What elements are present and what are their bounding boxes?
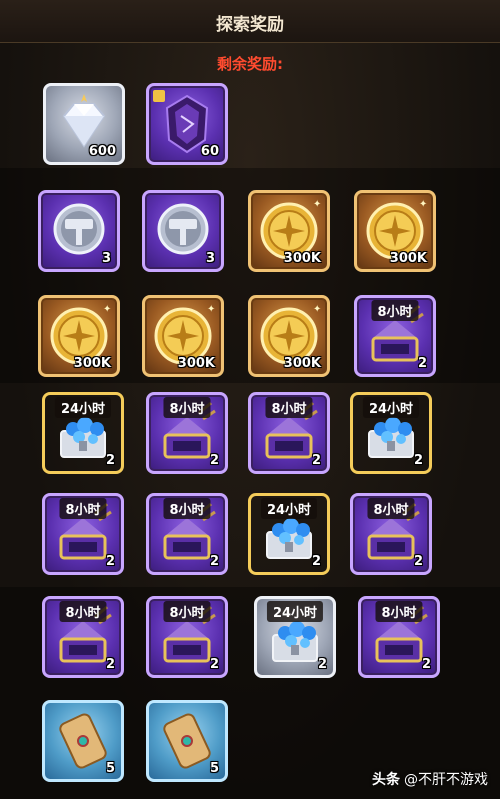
reward-count: 2: [317, 657, 327, 672]
watermark-handle: @不肝不游戏: [404, 772, 488, 788]
duration-tag: 24小时: [54, 397, 112, 418]
purple-chest-reward-tile[interactable]: 8小时 2: [146, 493, 228, 575]
reward-count: 2: [413, 554, 423, 569]
reward-count: 2: [209, 554, 219, 569]
blue-chest-reward-tile[interactable]: 24小时 2: [350, 392, 432, 474]
purple-chest-reward-tile[interactable]: 8小时 2: [248, 392, 330, 474]
reward-count: 2: [209, 453, 219, 468]
duration-tag: 8小时: [265, 397, 313, 418]
duration-tag: 24小时: [260, 498, 318, 519]
remaining-rewards-label: 剩余奖励:: [217, 55, 283, 73]
purple-chest-reward-tile[interactable]: 8小时 2: [350, 493, 432, 575]
gold-coin-reward-tile[interactable]: ✦ 300K: [248, 295, 330, 377]
purple-chest-reward-tile[interactable]: 8小时 2: [358, 596, 440, 678]
duration-tag: 8小时: [163, 601, 211, 622]
duration-tag: 8小时: [367, 498, 415, 519]
reward-count: 300K: [177, 356, 215, 371]
reward-count: 2: [105, 554, 115, 569]
gold-coin-reward-tile[interactable]: ✦ 300K: [38, 295, 120, 377]
watermark: 头条 @不肝不游戏: [372, 769, 488, 789]
reward-count: 300K: [283, 251, 321, 266]
purple-shard-reward-tile[interactable]: 60: [146, 83, 228, 165]
reward-count: 300K: [283, 356, 321, 371]
duration-tag: 8小时: [163, 397, 211, 418]
scroll-reward-tile[interactable]: 5: [146, 700, 228, 782]
purple-chest-reward-tile[interactable]: 8小时 2: [354, 295, 436, 377]
reward-count: 2: [413, 453, 423, 468]
duration-tag: 8小时: [59, 601, 107, 622]
hammer-reward-tile[interactable]: 3: [142, 190, 224, 272]
purple-chest-reward-tile[interactable]: 8小时 2: [146, 596, 228, 678]
reward-count: 2: [105, 453, 115, 468]
blue-chest-reward-tile[interactable]: 24小时 2: [254, 596, 336, 678]
blue-chest-reward-tile[interactable]: 24小时 2: [248, 493, 330, 575]
svg-text:✦: ✦: [207, 304, 215, 315]
svg-text:✦: ✦: [313, 304, 321, 315]
duration-tag: 24小时: [362, 397, 420, 418]
reward-count: 60: [200, 144, 219, 159]
duration-tag: 8小时: [163, 498, 211, 519]
purple-chest-reward-tile[interactable]: 8小时 2: [42, 596, 124, 678]
reward-count: 2: [105, 657, 115, 672]
duration-tag: 24小时: [266, 601, 324, 622]
duration-tag: 8小时: [59, 498, 107, 519]
title-bar: 探索奖励: [0, 0, 500, 43]
gold-coin-reward-tile[interactable]: ✦ 300K: [354, 190, 436, 272]
reward-count: 5: [209, 761, 219, 776]
gold-coin-reward-tile[interactable]: ✦ 300K: [142, 295, 224, 377]
scroll-reward-tile[interactable]: 5: [42, 700, 124, 782]
reward-count: 2: [209, 657, 219, 672]
reward-count: 3: [101, 251, 111, 266]
diamond-reward-tile[interactable]: 600: [43, 83, 125, 165]
watermark-logo: 头条: [372, 772, 400, 788]
reward-count: 300K: [389, 251, 427, 266]
reward-count: 3: [205, 251, 215, 266]
reward-count: 2: [311, 554, 321, 569]
duration-tag: 8小时: [375, 601, 423, 622]
blue-chest-reward-tile[interactable]: 24小时 2: [42, 392, 124, 474]
svg-text:✦: ✦: [313, 199, 321, 210]
duration-tag: 8小时: [371, 300, 419, 321]
purple-chest-reward-tile[interactable]: 8小时 2: [146, 392, 228, 474]
svg-text:✦: ✦: [103, 304, 111, 315]
reward-count: 2: [311, 453, 321, 468]
purple-chest-reward-tile[interactable]: 8小时 2: [42, 493, 124, 575]
panel-title: 探索奖励: [216, 15, 284, 35]
reward-count: 5: [105, 761, 115, 776]
reward-count: 2: [421, 657, 431, 672]
reward-count: 2: [417, 356, 427, 371]
reward-count: 600: [88, 144, 116, 159]
hammer-reward-tile[interactable]: 3: [38, 190, 120, 272]
reward-count: 300K: [73, 356, 111, 371]
gold-coin-reward-tile[interactable]: ✦ 300K: [248, 190, 330, 272]
svg-text:✦: ✦: [419, 199, 427, 210]
